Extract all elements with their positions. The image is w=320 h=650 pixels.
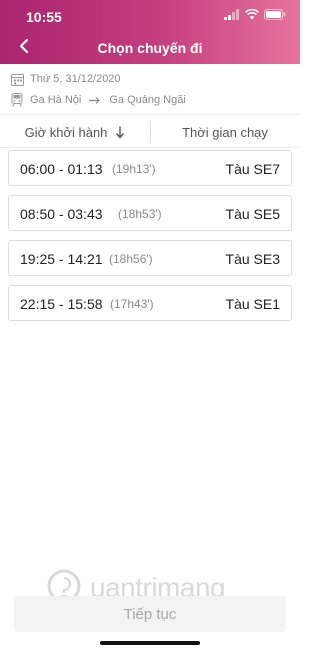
continue-button[interactable]: Tiếp tục	[14, 596, 286, 632]
train-duration: (18h53')	[118, 207, 162, 221]
sort-by-duration[interactable]: Thời gian chạy	[150, 115, 300, 149]
arrow-down-icon	[115, 126, 125, 139]
train-name: Tàu SE1	[225, 296, 280, 312]
train-name: Tàu SE5	[225, 206, 280, 222]
train-duration: (18h56')	[109, 252, 153, 266]
train-card[interactable]: 08:50 - 03:43 (18h53') Tàu SE5	[8, 195, 292, 231]
wifi-icon	[245, 7, 259, 25]
train-time: 08:50 - 03:43	[20, 206, 103, 222]
status-bar: 10:55	[0, 0, 300, 32]
train-card[interactable]: 22:15 - 15:58 (17h43') Tàu SE1	[8, 285, 292, 321]
trip-summary: Thứ 5, 31/12/2020 Ga Hà Nội Ga Quảng Ngã…	[10, 70, 290, 112]
train-list: 06:00 - 01:13 (19h13') Tàu SE7 08:50 - 0…	[8, 150, 292, 330]
arrow-right-icon	[89, 96, 101, 105]
train-icon	[10, 93, 24, 107]
train-time: 19:25 - 14:21	[20, 251, 103, 267]
status-time: 10:55	[26, 9, 62, 25]
train-duration: (17h43')	[110, 297, 154, 311]
train-time: 22:15 - 15:58	[20, 296, 103, 312]
signal-icon	[224, 7, 240, 25]
sort-duration-label: Thời gian chạy	[182, 124, 268, 140]
train-duration: (19h13')	[112, 162, 156, 176]
status-icons	[224, 7, 286, 25]
calendar-icon	[10, 72, 24, 86]
sort-departure-label: Giờ khởi hành	[24, 124, 108, 140]
trip-date: Thứ 5, 31/12/2020	[30, 73, 121, 85]
app-header: 10:55 Chọn chuyến đi	[0, 0, 300, 64]
trip-route-row: Ga Hà Nội Ga Quảng Ngãi	[10, 91, 290, 109]
sort-by-departure[interactable]: Giờ khởi hành	[0, 115, 150, 149]
train-name: Tàu SE7	[225, 161, 280, 177]
train-time: 06:00 - 01:13	[20, 161, 103, 177]
nav-bar: Chọn chuyến đi	[0, 32, 300, 64]
home-indicator[interactable]	[100, 641, 200, 645]
sort-bar: Giờ khởi hành Thời gian chạy	[0, 114, 300, 148]
trip-origin: Ga Hà Nội	[30, 94, 82, 106]
trip-date-row: Thứ 5, 31/12/2020	[10, 70, 290, 88]
train-card[interactable]: 06:00 - 01:13 (19h13') Tàu SE7	[8, 150, 292, 186]
battery-icon	[264, 7, 286, 25]
page-title: Chọn chuyến đi	[97, 40, 203, 56]
trip-destination: Ga Quảng Ngãi	[109, 94, 186, 106]
train-card[interactable]: 19:25 - 14:21 (18h56') Tàu SE3	[8, 240, 292, 276]
train-name: Tàu SE3	[225, 251, 280, 267]
